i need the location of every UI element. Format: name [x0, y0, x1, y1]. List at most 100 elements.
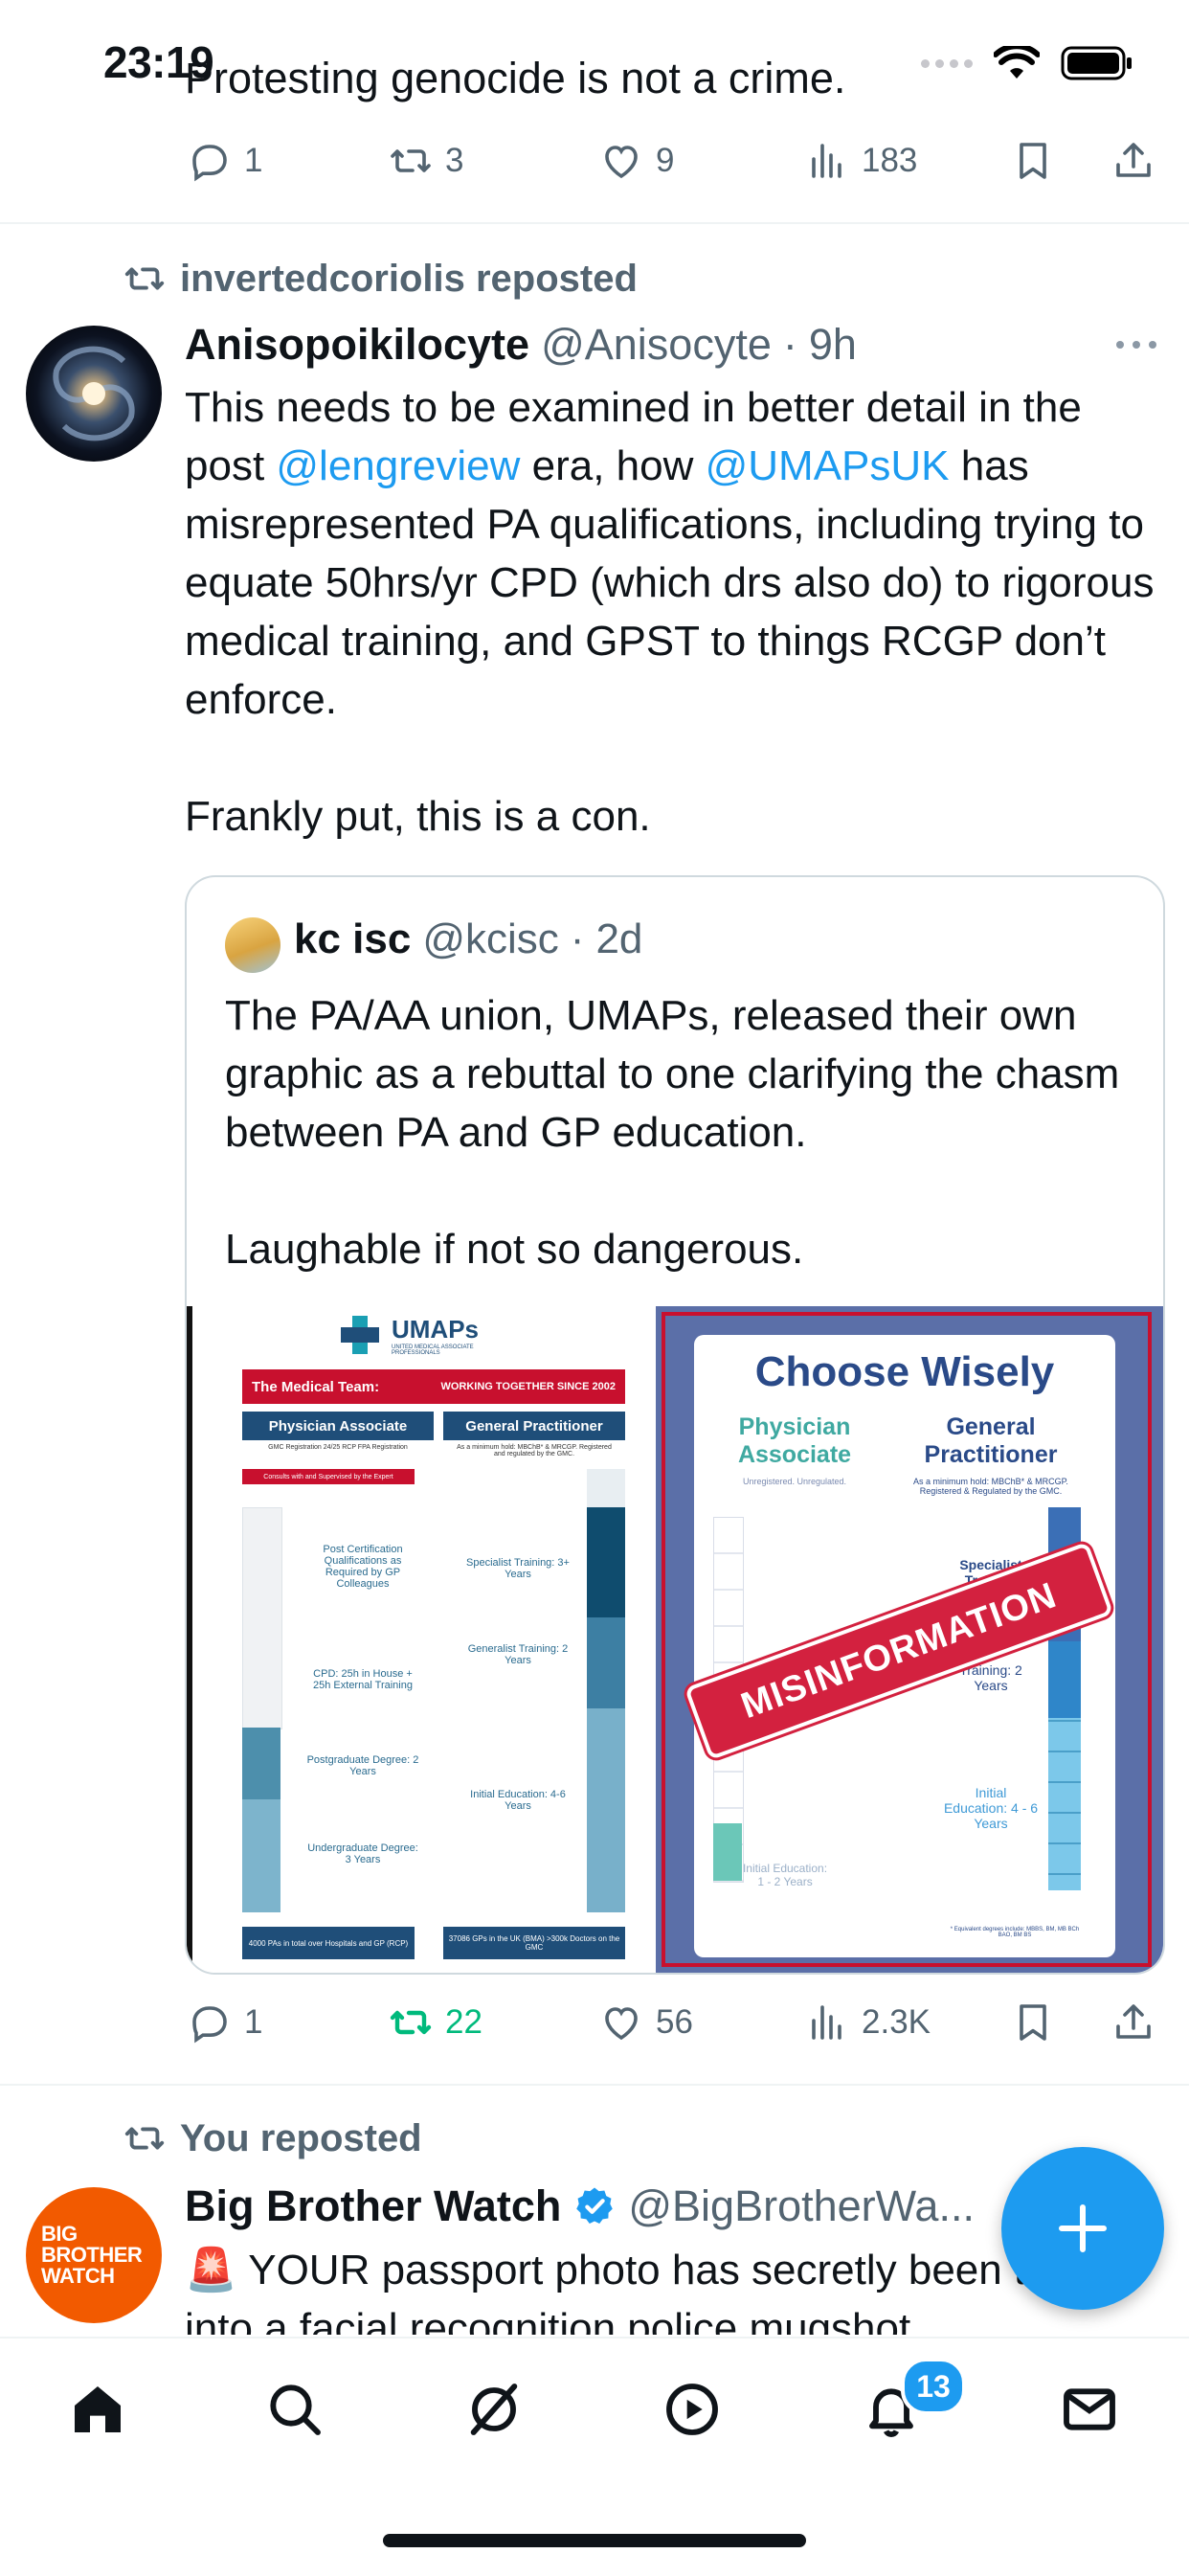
- repost-context[interactable]: invertedcoriolis reposted: [123, 257, 638, 301]
- pa-column-title: Physician Associate: [242, 1412, 434, 1440]
- like-count: 56: [656, 2003, 693, 2041]
- time-separator: ·: [782, 320, 797, 369]
- more-button[interactable]: [1112, 326, 1160, 369]
- tweet-text: This needs to be examined in better deta…: [185, 378, 1171, 846]
- quote-text: The PA/AA union, UMAPs, released their o…: [225, 986, 1134, 1278]
- gp-title: General Practitioner: [924, 1413, 1058, 1468]
- pa-footer: 4000 PAs in total over Hospitals and GP …: [242, 1927, 415, 1959]
- battery-icon: [1061, 46, 1132, 80]
- gp-bar-initial: [587, 1708, 625, 1912]
- author-name[interactable]: Big Brother Watch: [185, 2181, 561, 2231]
- tab-grok[interactable]: [456, 2371, 532, 2448]
- author-row[interactable]: Anisopoikilocyte @Anisocyte · 9h: [185, 320, 857, 370]
- author-handle[interactable]: @Anisocyte: [541, 320, 772, 370]
- author-row[interactable]: Big Brother Watch @BigBrotherWa...: [185, 2181, 975, 2231]
- repost-count: 22: [445, 2003, 482, 2041]
- footnote: * Equivalent degrees include: MBBS, BM, …: [950, 1927, 1080, 1938]
- repost-context-label: You reposted: [180, 2116, 422, 2159]
- graphic-banner: The Medical Team: WORKING TOGETHER SINCE…: [242, 1369, 625, 1404]
- gp-bar-specialist: [587, 1507, 625, 1617]
- share-icon: [1116, 2004, 1151, 2039]
- quote-media[interactable]: UMAPs UNITED MEDICAL ASSOCIATE PROFESSIO…: [187, 1306, 1163, 1973]
- pa-initial-label: Initial Education: 1 - 2 Years: [742, 1862, 828, 1888]
- pa-title: Physician Associate: [737, 1413, 852, 1468]
- previous-tweet-actions: 1 3 9 183: [187, 132, 1163, 190]
- more-icon: [1116, 341, 1156, 349]
- mention-link[interactable]: @UMAPsUK: [706, 442, 950, 489]
- quote-time: 2d: [595, 915, 643, 962]
- like-button[interactable]: 56: [598, 2000, 693, 2045]
- repost-count: 3: [445, 142, 464, 179]
- quote-author-avatar[interactable]: [225, 917, 280, 973]
- reply-button[interactable]: 1: [187, 138, 262, 184]
- red-note: Consults with and Supervised by the Expe…: [242, 1469, 415, 1484]
- gp-generalist-fill: [1048, 1641, 1081, 1718]
- repost-icon: [391, 149, 431, 172]
- bookmark-icon: [1020, 143, 1046, 179]
- home-icon: [75, 2386, 121, 2432]
- bookmark-button[interactable]: [1010, 2000, 1056, 2045]
- tweet-divider: [0, 2084, 1189, 2086]
- repost-button[interactable]: 3: [388, 138, 463, 184]
- quoted-tweet[interactable]: kc isc @kcisc · 2d The PA/AA union, UMAP…: [185, 875, 1165, 1975]
- tab-video[interactable]: [654, 2371, 730, 2448]
- quote-author-name[interactable]: kc isc: [294, 915, 411, 963]
- pa-item: Post Certification Qualifications as Req…: [323, 1544, 403, 1590]
- logo-subtext: UNITED MEDICAL ASSOCIATE PROFESSIONALS: [392, 1344, 474, 1356]
- compose-button[interactable]: [1001, 2147, 1164, 2310]
- wifi-icon: [994, 46, 1040, 79]
- quote-text-part: Laughable if not so dangerous.: [225, 1226, 804, 1273]
- tab-search[interactable]: [257, 2371, 333, 2448]
- grok-icon: [470, 2384, 518, 2435]
- views-count: 183: [862, 142, 918, 179]
- author-handle[interactable]: @BigBrotherWa...: [628, 2181, 975, 2231]
- like-count: 9: [656, 142, 675, 179]
- pa-bar-undergrad: [242, 1799, 280, 1912]
- plus-icon: [1059, 2204, 1107, 2252]
- tweet-time[interactable]: 9h: [809, 320, 857, 370]
- gp-subtitle: As a minimum hold: MBChB* & MRCGP. Regis…: [913, 1477, 1068, 1496]
- home-indicator: [383, 2534, 806, 2547]
- tweet-text-part: era, how: [520, 442, 706, 489]
- share-button[interactable]: [1110, 138, 1156, 184]
- repost-icon: [124, 267, 165, 290]
- reply-button[interactable]: 1: [187, 2000, 262, 2045]
- share-button[interactable]: [1110, 2000, 1156, 2045]
- umaps-logo: UMAPs UNITED MEDICAL ASSOCIATE PROFESSIO…: [336, 1314, 497, 1356]
- views-icon: [812, 2005, 841, 2040]
- reply-icon: [192, 2006, 227, 2044]
- views-button[interactable]: 2.3K: [804, 2000, 931, 2045]
- status-icons: [921, 46, 1133, 80]
- like-button[interactable]: 9: [598, 138, 674, 184]
- tab-messages[interactable]: [1051, 2371, 1128, 2448]
- tab-home[interactable]: [59, 2371, 136, 2448]
- bookmark-icon: [1020, 2004, 1046, 2041]
- pa-bar-top: [242, 1507, 282, 1729]
- repost-icon: [124, 2127, 165, 2150]
- pa-subtitle: Unregistered. Unregulated.: [742, 1477, 847, 1486]
- repost-context[interactable]: You reposted: [123, 2116, 422, 2160]
- heart-icon: [605, 146, 638, 179]
- author-avatar[interactable]: [26, 326, 162, 462]
- previous-tweet-text: Protesting genocide is not a crime.: [185, 54, 846, 102]
- views-button[interactable]: 183: [804, 138, 917, 184]
- quote-author-handle[interactable]: @kcisc: [422, 915, 558, 963]
- author-avatar[interactable]: BIG BROTHER WATCH: [26, 2187, 162, 2323]
- mention-link[interactable]: @lengreview: [276, 442, 520, 489]
- quote-author-row[interactable]: kc isc @kcisc · 2d: [294, 915, 642, 963]
- bookmark-button[interactable]: [1010, 138, 1056, 184]
- gp-initial-label: Initial Education: 4 - 6 Years: [943, 1785, 1039, 1831]
- repost-button[interactable]: 22: [388, 2000, 482, 2045]
- repost-icon: [390, 2010, 432, 2035]
- gp-item: Initial Education: 4-6 Years: [470, 1789, 566, 1812]
- repost-context-label: invertedcoriolis reposted: [180, 257, 638, 300]
- tweet-text-part: Frankly put, this is a con.: [185, 793, 651, 840]
- gp-column-title: General Practitioner: [443, 1412, 625, 1440]
- author-name[interactable]: Anisopoikilocyte: [185, 320, 529, 370]
- pa-item: Postgraduate Degree: 2 Years: [306, 1754, 419, 1777]
- choose-wisely-graphic: Choose Wisely Physician Associate Genera…: [656, 1306, 1163, 1973]
- play-icon: [666, 2384, 718, 2435]
- tweet-divider: [0, 222, 1189, 224]
- mail-icon: [1064, 2388, 1115, 2430]
- views-icon: [812, 144, 841, 178]
